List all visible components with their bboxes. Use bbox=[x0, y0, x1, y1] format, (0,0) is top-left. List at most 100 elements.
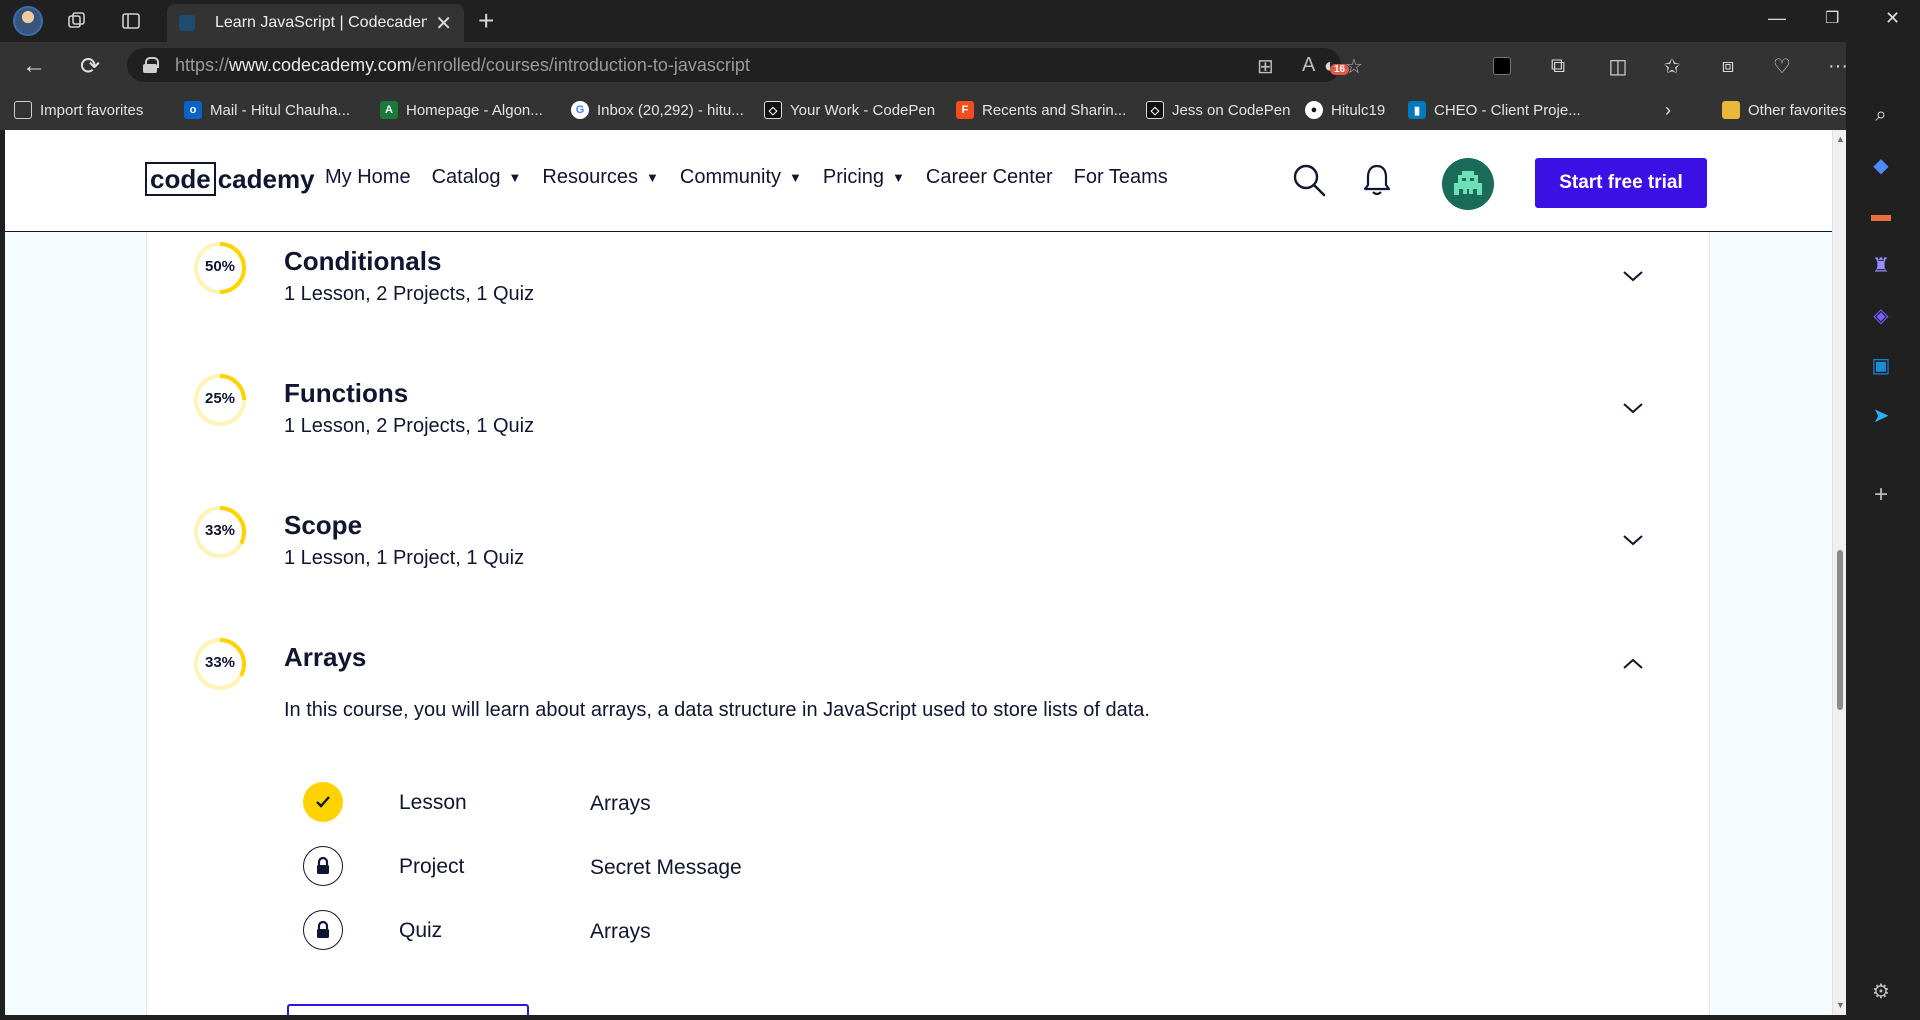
address-bar[interactable]: https://www.codecademy.com/enrolled/cour… bbox=[127, 48, 1363, 82]
read-aloud-icon[interactable]: A bbox=[1302, 54, 1315, 77]
item-name: Arrays bbox=[590, 920, 651, 943]
extensions-icon[interactable]: ⧉ bbox=[1544, 52, 1572, 80]
active-tab[interactable]: Learn JavaScript | Codecademy ✕ bbox=[167, 4, 464, 42]
search-icon[interactable]: ⌕ bbox=[1866, 100, 1896, 130]
nav-for-teams[interactable]: For Teams bbox=[1074, 166, 1168, 189]
lock-icon bbox=[303, 846, 343, 886]
item-name: Arrays bbox=[590, 792, 651, 815]
codecademy-logo[interactable]: code cademy bbox=[145, 162, 315, 196]
profile-avatar[interactable] bbox=[13, 6, 43, 36]
search-icon[interactable] bbox=[1291, 162, 1327, 198]
favorite-item[interactable]: A Homepage - Algon... bbox=[380, 99, 543, 121]
item-type: Quiz bbox=[399, 919, 443, 942]
progress-percent: 33% bbox=[204, 654, 236, 671]
favorite-item[interactable]: ▮ CHEO - Client Proje... bbox=[1408, 99, 1581, 121]
nav-resources[interactable]: Resources ▼ bbox=[542, 166, 658, 189]
workspaces-icon[interactable] bbox=[64, 8, 90, 34]
nav-pricing[interactable]: Pricing ▼ bbox=[823, 166, 905, 189]
restore-icon[interactable]: ❐ bbox=[1825, 8, 1839, 28]
item-name: Secret Message bbox=[590, 856, 742, 879]
favorites-icon[interactable]: ✩ bbox=[1658, 52, 1686, 80]
nav-my-home[interactable]: My Home bbox=[325, 166, 411, 189]
outlook-icon: o bbox=[184, 101, 202, 119]
caret-down-icon: ▼ bbox=[646, 170, 659, 185]
checkmark-icon bbox=[303, 782, 343, 822]
favorite-item[interactable]: G Inbox (20,292) - hitu... bbox=[571, 99, 744, 121]
nav-catalog[interactable]: Catalog ▼ bbox=[432, 166, 522, 189]
caret-down-icon: ▼ bbox=[789, 170, 802, 185]
google-icon: G bbox=[571, 101, 589, 119]
outlook-side-icon[interactable]: ▣ bbox=[1866, 350, 1896, 380]
favorite-item[interactable]: o Mail - Hitul Chauha... bbox=[184, 99, 350, 121]
back-icon[interactable]: ← bbox=[18, 50, 50, 82]
extension-black-icon[interactable] bbox=[1488, 52, 1516, 80]
tools-icon[interactable]: ▬ bbox=[1866, 200, 1896, 230]
item-type: Project bbox=[399, 855, 465, 878]
app-available-icon[interactable]: ⊞ bbox=[1257, 54, 1274, 79]
github-icon: ● bbox=[1305, 101, 1323, 119]
lock-icon bbox=[143, 57, 159, 73]
caret-down-icon: ▼ bbox=[508, 170, 522, 185]
lock-icon bbox=[303, 910, 343, 950]
module-item-quiz[interactable]: Quiz Arrays bbox=[147, 908, 1711, 952]
module-action-button[interactable] bbox=[287, 1004, 529, 1015]
nav-career-center[interactable]: Career Center bbox=[926, 166, 1053, 189]
nav-community[interactable]: Community ▼ bbox=[680, 166, 802, 189]
tab-title: Learn JavaScript | Codecademy bbox=[215, 14, 428, 31]
folder-icon bbox=[1722, 101, 1740, 119]
collections-icon[interactable]: ⧈ bbox=[1714, 52, 1742, 80]
favorite-item[interactable]: Import favorites bbox=[14, 99, 143, 121]
chevron-down-icon[interactable] bbox=[1621, 400, 1645, 416]
favorite-item[interactable]: ◇ Your Work - CodePen bbox=[764, 99, 935, 121]
favorites-overflow-icon[interactable]: › bbox=[1665, 99, 1671, 121]
item-type: Lesson bbox=[399, 791, 467, 814]
module-title: Scope bbox=[284, 510, 363, 540]
caret-down-icon: ▼ bbox=[892, 170, 905, 185]
main-nav: My Home Catalog ▼ Resources ▼ Community ▼ P… bbox=[325, 166, 1189, 189]
new-tab-icon[interactable]: + bbox=[478, 6, 494, 36]
vertical-tabs-icon[interactable] bbox=[118, 8, 144, 34]
module-item-project[interactable]: Project Secret Message bbox=[147, 844, 1711, 888]
games-icon[interactable]: ♜ bbox=[1866, 250, 1896, 280]
favorite-item[interactable]: F Recents and Sharin... bbox=[956, 99, 1126, 121]
user-avatar[interactable] bbox=[1442, 158, 1494, 210]
browser-tab-bar: Learn JavaScript | Codecademy ✕ + — ❐ ✕ bbox=[0, 0, 1920, 42]
start-free-trial-button[interactable]: Start free trial bbox=[1535, 158, 1707, 208]
window-close-icon[interactable]: ✕ bbox=[1885, 8, 1900, 29]
notifications-bell-icon[interactable] bbox=[1361, 163, 1393, 197]
shopping-tag-icon[interactable]: ◆ bbox=[1866, 150, 1896, 180]
favorite-item[interactable]: ◇ Jess on CodePen bbox=[1146, 99, 1290, 121]
health-icon[interactable]: ♡ bbox=[1768, 52, 1796, 80]
url-text: https://www.codecademy.com/enrolled/cour… bbox=[175, 54, 750, 75]
other-favorites[interactable]: Other favorites bbox=[1722, 99, 1846, 121]
module-subtitle: 1 Lesson, 1 Project, 1 Quiz bbox=[284, 547, 525, 569]
module-title: Arrays bbox=[284, 642, 367, 672]
scroll-thumb[interactable] bbox=[1837, 550, 1843, 710]
add-icon[interactable]: + bbox=[1866, 480, 1896, 510]
chevron-up-icon[interactable] bbox=[1621, 656, 1645, 672]
favorite-item[interactable]: ● Hitulc19 bbox=[1305, 99, 1385, 121]
scroll-down-icon[interactable]: ▼ bbox=[1836, 1000, 1845, 1010]
module-title: Functions bbox=[284, 378, 409, 408]
minimize-icon[interactable]: — bbox=[1768, 8, 1786, 29]
close-tab-icon[interactable]: ✕ bbox=[435, 11, 452, 36]
codepen-icon: ◇ bbox=[764, 101, 782, 119]
extension-shield-icon[interactable]: ◐16 bbox=[1316, 52, 1350, 80]
codepen-icon: ◇ bbox=[1146, 101, 1164, 119]
send-icon[interactable]: ➤ bbox=[1866, 400, 1896, 430]
trello-icon: ▮ bbox=[1408, 101, 1426, 119]
split-screen-icon[interactable]: ◫ bbox=[1604, 52, 1632, 80]
settings-gear-icon[interactable]: ⚙ bbox=[1866, 976, 1896, 1006]
progress-percent: 25% bbox=[204, 390, 236, 407]
logo-text: cademy bbox=[217, 163, 315, 194]
page-scrollbar[interactable]: ▲ ▼ bbox=[1832, 130, 1846, 1015]
copilot-side-icon[interactable]: ◈ bbox=[1866, 300, 1896, 330]
refresh-icon[interactable]: ⟳ bbox=[74, 50, 106, 82]
site-header: code cademy My Home Catalog ▼ Resources ▼ C… bbox=[5, 130, 1832, 232]
chevron-down-icon[interactable] bbox=[1621, 532, 1645, 548]
module-item-lesson[interactable]: Lesson Arrays bbox=[147, 780, 1711, 824]
syllabus-card: 50% Conditionals 1 Lesson, 2 Projects, 1… bbox=[146, 232, 1710, 1015]
scroll-up-icon[interactable]: ▲ bbox=[1836, 134, 1845, 144]
chevron-down-icon[interactable] bbox=[1621, 268, 1645, 284]
module-subtitle: 1 Lesson, 2 Projects, 1 Quiz bbox=[284, 415, 535, 437]
